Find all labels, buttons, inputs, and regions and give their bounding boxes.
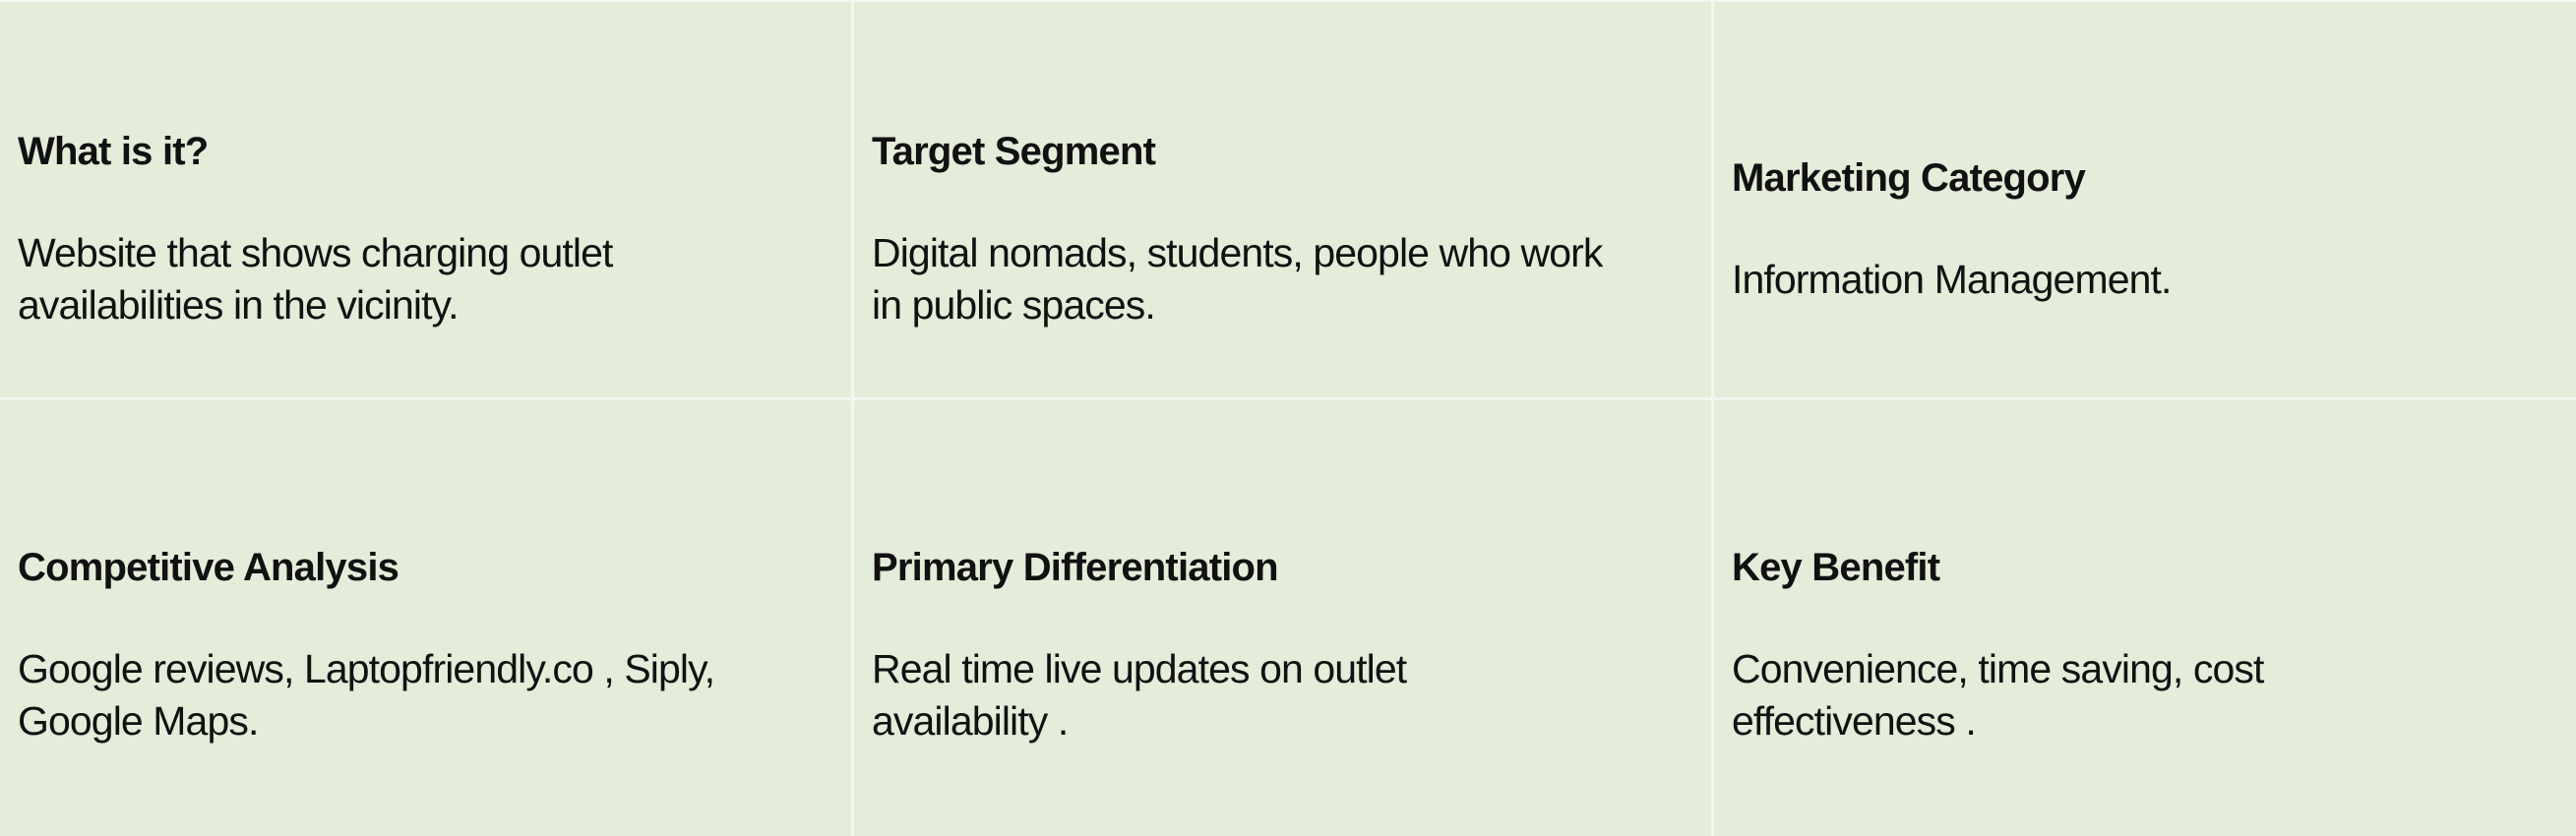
cell-body: Digital nomads, students, people who wor… (872, 230, 1603, 328)
cell-heading: Key Benefit (1732, 545, 1940, 589)
cell-heading: What is it? (18, 130, 209, 173)
cell-body: Information Management. (1732, 256, 2172, 302)
cell-body: Google reviews, Laptopfriendly.co , Sipl… (18, 645, 715, 744)
cell-heading: Primary Differentiation (872, 545, 1279, 589)
cell-body: Convenience, time saving, cost effective… (1732, 645, 2264, 744)
cell-heading: Competitive Analysis (18, 545, 399, 589)
cell-primary-differentiation: Primary Differentiation Real time live u… (854, 400, 1714, 836)
cell-body: Real time live updates on outlet availab… (872, 645, 1407, 744)
product-summary-grid: What is it? Website that shows charging … (0, 2, 2576, 836)
cell-heading: Target Segment (872, 130, 1156, 173)
cell-key-benefit: Key Benefit Convenience, time saving, co… (1714, 400, 2576, 836)
cell-competitive-analysis: Competitive Analysis Google reviews, Lap… (0, 400, 854, 836)
cell-what-is-it: What is it? Website that shows charging … (0, 2, 854, 400)
cell-body: Website that shows charging outlet avail… (18, 230, 613, 328)
cell-marketing-category: Marketing Category Information Managemen… (1714, 2, 2576, 400)
cell-heading: Marketing Category (1732, 155, 2086, 200)
cell-target-segment: Target Segment Digital nomads, students,… (854, 2, 1714, 400)
